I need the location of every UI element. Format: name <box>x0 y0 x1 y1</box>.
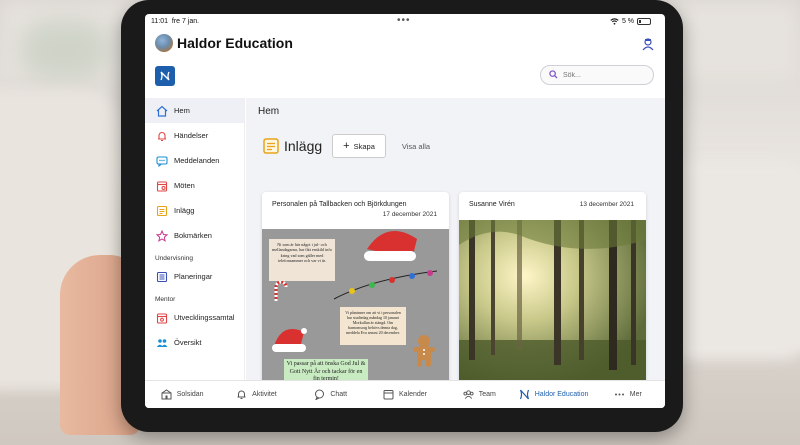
toolbar <box>145 60 665 98</box>
school-icon <box>161 389 172 400</box>
sidebar-item-inlagg[interactable]: Inlägg <box>145 198 244 223</box>
create-label: Skapa <box>353 141 375 151</box>
tablet-screen: 11:01 fre 7 jan. ••• 5 % Haldor Educatio… <box>145 14 665 408</box>
tab-kalender[interactable]: Kalender <box>368 381 442 408</box>
tab-team[interactable]: Team <box>442 381 516 408</box>
bell-icon <box>155 129 168 142</box>
sidebar-item-planeringar[interactable]: Planeringar <box>145 264 244 289</box>
meeting-icon <box>155 311 168 324</box>
sidebar-item-label: Hem <box>174 106 190 115</box>
sidebar-item-label: Bokmärken <box>174 231 212 240</box>
section-title: Inlägg <box>284 138 323 154</box>
haldor-logo-icon <box>519 389 530 400</box>
calendar-icon <box>155 179 168 192</box>
main-content: Hem Inlägg + Skapa Visa alla Personalen … <box>246 98 665 380</box>
view-all-link[interactable]: Visa alla <box>402 142 430 151</box>
tab-chatt[interactable]: Chatt <box>294 381 368 408</box>
status-indicators: 5 % <box>610 18 651 25</box>
school-avatar[interactable] <box>155 34 173 52</box>
create-post-button[interactable]: + Skapa <box>332 134 386 158</box>
team-icon <box>463 389 474 400</box>
post-note: Ni som är här något i jul- och mellandag… <box>269 239 335 281</box>
tab-label: Kalender <box>398 391 427 398</box>
sidebar-item-oversikt[interactable]: Översikt <box>145 330 244 355</box>
haldor-logo-icon[interactable] <box>155 66 175 86</box>
posts-header: Inlägg + Skapa Visa alla <box>262 134 430 158</box>
status-bar: 11:01 fre 7 jan. ••• 5 % <box>145 14 665 32</box>
sidebar-item-label: Planeringar <box>174 272 213 281</box>
tab-label: Solsidan <box>176 391 204 398</box>
post-author: Susanne Virén <box>469 201 515 208</box>
tab-haldor-education[interactable]: Haldor Education <box>516 381 590 408</box>
bell-icon <box>236 389 247 400</box>
sidebar-item-label: Översikt <box>174 338 202 347</box>
home-icon <box>155 104 168 117</box>
battery-percent: 5 % <box>621 18 634 25</box>
sidebar-item-label: Inlägg <box>174 206 195 215</box>
planning-icon <box>155 270 168 283</box>
post-date: 13 december 2021 <box>579 201 634 208</box>
tab-label: Mer <box>629 391 642 398</box>
search-icon <box>549 70 558 79</box>
santa-hat-icon <box>272 328 307 352</box>
wifi-icon <box>610 18 619 25</box>
status-time: 11:01 fre 7 jan. <box>151 18 200 25</box>
sidebar: Hem Händelser Meddelanden Möten Inlägg B… <box>145 98 245 380</box>
calendar-icon <box>383 389 394 400</box>
chat-icon <box>314 389 325 400</box>
chat-icon <box>155 154 168 167</box>
sidebar-item-utvecklingssamtal[interactable]: Utvecklingssamtal <box>145 305 244 330</box>
news-icon <box>155 204 168 217</box>
profile-icon[interactable] <box>641 37 655 51</box>
candy-cane-icon <box>274 280 288 301</box>
post-title: Personalen på Tallbacken och Björkdungen <box>272 201 407 208</box>
star-icon <box>155 229 168 242</box>
post-card[interactable]: Susanne Virén 13 december 2021 <box>459 192 646 380</box>
sidebar-item-moten[interactable]: Möten <box>145 173 244 198</box>
sidebar-item-meddelanden[interactable]: Meddelanden <box>145 148 244 173</box>
background-plant <box>20 20 110 80</box>
santa-hat-icon <box>364 231 417 261</box>
post-note: Vi passar på att önska God Jul & Gott Ny… <box>284 359 368 380</box>
sidebar-item-bokmarken[interactable]: Bokmärken <box>145 223 244 248</box>
post-card[interactable]: Personalen på Tallbacken och Björkdungen… <box>262 192 449 380</box>
post-image-forest <box>459 220 646 380</box>
search-input[interactable] <box>563 69 643 82</box>
tab-label: Aktivitet <box>252 391 277 398</box>
section-heading-mentor: Mentor <box>155 296 176 303</box>
plus-icon: + <box>343 140 350 152</box>
string-lights-icon <box>333 270 438 300</box>
bottom-tab-bar: Solsidan Aktivitet Chatt Kalender Team H… <box>145 380 665 408</box>
tab-label: Chatt <box>330 391 348 398</box>
people-icon <box>155 336 168 349</box>
sidebar-item-label: Händelser <box>174 131 209 140</box>
section-heading-undervisning: Undervisning <box>155 255 193 262</box>
gingerbread-icon <box>413 335 435 367</box>
sidebar-item-label: Möten <box>174 181 195 190</box>
news-icon <box>263 138 279 154</box>
tab-mer[interactable]: Mer <box>591 381 665 408</box>
tab-aktivitet[interactable]: Aktivitet <box>219 381 293 408</box>
tab-solsidan[interactable]: Solsidan <box>145 381 219 408</box>
battery-icon <box>637 18 651 25</box>
sidebar-item-label: Meddelanden <box>174 156 220 165</box>
sidebar-item-handelser[interactable]: Händelser <box>145 123 244 148</box>
app-title: Haldor Education <box>177 35 293 51</box>
post-image-christmas: Ni som är här något i jul- och mellandag… <box>262 229 449 380</box>
sidebar-item-hem[interactable]: Hem <box>145 98 244 123</box>
post-note: Vi påminner om att vi i personalen har s… <box>340 307 406 345</box>
search-box[interactable] <box>540 65 654 85</box>
sidebar-item-label: Utvecklingssamtal <box>174 313 235 322</box>
page-title: Hem <box>258 106 280 117</box>
tab-label: Team <box>478 391 496 398</box>
tab-label: Haldor Education <box>534 391 589 398</box>
app-header: Haldor Education <box>145 32 665 60</box>
multitask-dots[interactable]: ••• <box>397 15 411 26</box>
more-icon <box>614 389 625 400</box>
post-date: 17 december 2021 <box>382 211 437 218</box>
